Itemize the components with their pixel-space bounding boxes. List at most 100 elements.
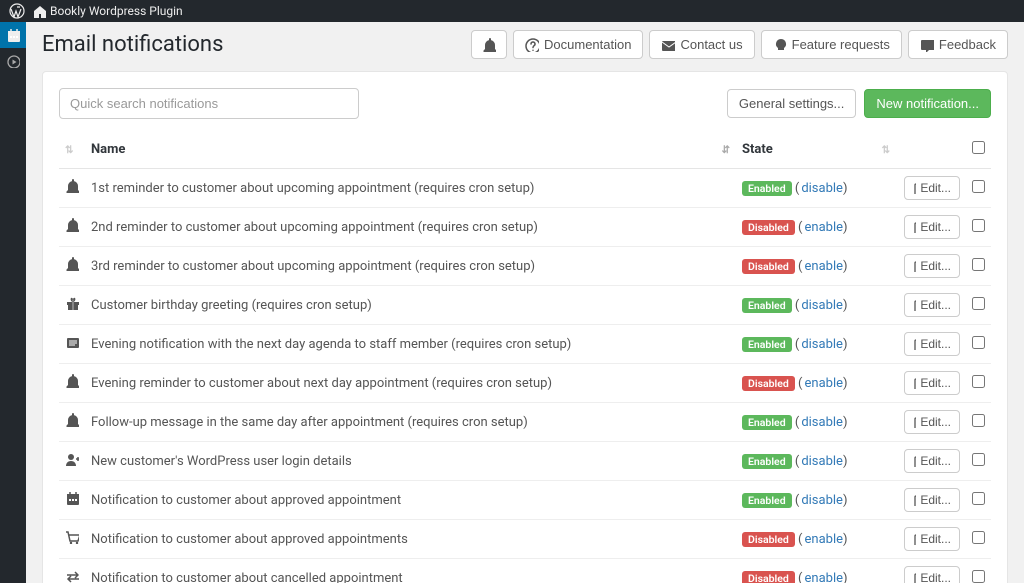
col-name[interactable]: Name: [85, 133, 716, 169]
edit-button[interactable]: Edit...: [904, 293, 960, 317]
notification-name: Notification to customer about cancelled…: [85, 559, 736, 583]
state-badge: Enabled: [742, 337, 792, 352]
notification-state: Enabled (disable): [736, 325, 896, 364]
edit-button[interactable]: Edit...: [904, 254, 960, 278]
notification-name: Follow-up message in the same day after …: [85, 403, 736, 442]
user-plus-icon: [65, 452, 79, 466]
row-checkbox[interactable]: [972, 492, 985, 505]
edit-button[interactable]: Edit...: [904, 371, 960, 395]
sort-icon: [65, 142, 73, 157]
edit-button[interactable]: Edit...: [904, 176, 960, 200]
feedback-button[interactable]: Feedback: [908, 30, 1008, 59]
toggle-state-link[interactable]: disable: [801, 181, 843, 196]
edit-button[interactable]: Edit...: [904, 449, 960, 473]
sidebar-item-collapse[interactable]: [0, 48, 26, 74]
toggle-state-link[interactable]: disable: [801, 454, 843, 469]
row-checkbox[interactable]: [972, 531, 985, 544]
toggle-state-link[interactable]: disable: [801, 337, 843, 352]
notification-state: Enabled (disable): [736, 442, 896, 481]
toggle-state-link[interactable]: disable: [801, 493, 843, 508]
site-name[interactable]: Bookly Wordpress Plugin: [50, 4, 183, 18]
state-badge: Disabled: [742, 571, 795, 583]
state-badge: Enabled: [742, 493, 792, 508]
bulb-icon: [773, 38, 787, 52]
chat-icon: [920, 38, 934, 52]
list-icon: [65, 335, 79, 349]
state-badge: Enabled: [742, 181, 792, 196]
col-state[interactable]: State: [736, 133, 896, 169]
notification-state: Disabled (enable): [736, 364, 896, 403]
notification-state: Enabled (disable): [736, 403, 896, 442]
edit-button[interactable]: Edit...: [904, 527, 960, 551]
row-checkbox[interactable]: [972, 219, 985, 232]
edit-button[interactable]: Edit...: [904, 566, 960, 583]
cart-icon: [65, 530, 79, 544]
row-checkbox[interactable]: [972, 414, 985, 427]
notifications-panel: General settings... New notification... …: [42, 71, 1008, 583]
contact-button[interactable]: Contact us: [649, 30, 754, 59]
notification-name: New customer's WordPress user login deta…: [85, 442, 736, 481]
edit-button[interactable]: Edit...: [904, 332, 960, 356]
notification-name: Evening reminder to customer about next …: [85, 364, 736, 403]
edit-button[interactable]: Edit...: [904, 410, 960, 434]
wordpress-logo-icon[interactable]: [8, 2, 26, 20]
row-checkbox[interactable]: [972, 570, 985, 583]
notifications-table: Name State 1st reminder to customer abou…: [59, 133, 991, 583]
swap-icon: [65, 569, 79, 583]
edit-button[interactable]: Edit...: [904, 488, 960, 512]
question-icon: [525, 38, 539, 52]
col-sort-name[interactable]: [716, 133, 736, 169]
toggle-state-link[interactable]: disable: [801, 298, 843, 313]
toggle-state-link[interactable]: enable: [805, 571, 844, 583]
sort-icon: [882, 142, 890, 157]
state-badge: Enabled: [742, 298, 792, 313]
toggle-state-link[interactable]: enable: [805, 220, 844, 235]
row-checkbox[interactable]: [972, 453, 985, 466]
notification-name: 3rd reminder to customer about upcoming …: [85, 247, 736, 286]
toggle-state-link[interactable]: disable: [801, 415, 843, 430]
row-checkbox[interactable]: [972, 258, 985, 271]
main-content: Email notifications Documentation Contac…: [26, 22, 1024, 583]
select-all-checkbox[interactable]: [972, 141, 985, 154]
table-row: Evening reminder to customer about next …: [59, 364, 991, 403]
col-sort-icon[interactable]: [59, 133, 85, 169]
documentation-button[interactable]: Documentation: [513, 30, 643, 59]
admin-sidebar: [0, 22, 26, 583]
search-input[interactable]: [59, 88, 359, 119]
row-checkbox[interactable]: [972, 375, 985, 388]
row-checkbox[interactable]: [972, 180, 985, 193]
envelope-icon: [661, 38, 675, 52]
new-notification-button[interactable]: New notification...: [864, 89, 991, 118]
toggle-state-link[interactable]: enable: [805, 376, 844, 391]
table-row: 3rd reminder to customer about upcoming …: [59, 247, 991, 286]
table-row: Notification to customer about cancelled…: [59, 559, 991, 583]
notification-name: Notification to customer about approved …: [85, 481, 736, 520]
bell-icon: [65, 413, 79, 427]
notification-state: Enabled (disable): [736, 286, 896, 325]
toggle-state-link[interactable]: enable: [805, 532, 844, 547]
notification-state: Disabled (enable): [736, 208, 896, 247]
row-checkbox[interactable]: [972, 297, 985, 310]
table-row: Evening notification with the next day a…: [59, 325, 991, 364]
edit-button[interactable]: Edit...: [904, 215, 960, 239]
col-check-all: [966, 133, 991, 169]
row-checkbox[interactable]: [972, 336, 985, 349]
table-row: Follow-up message in the same day after …: [59, 403, 991, 442]
toggle-state-link[interactable]: enable: [805, 259, 844, 274]
notification-name: Customer birthday greeting (requires cro…: [85, 286, 736, 325]
sidebar-item-bookly[interactable]: [0, 22, 26, 48]
notification-name: Evening notification with the next day a…: [85, 325, 736, 364]
bell-icon: [65, 179, 79, 193]
general-settings-button[interactable]: General settings...: [727, 89, 857, 118]
feature-requests-button[interactable]: Feature requests: [761, 30, 902, 59]
table-row: New customer's WordPress user login deta…: [59, 442, 991, 481]
notification-name: 1st reminder to customer about upcoming …: [85, 169, 736, 208]
notification-name: 2nd reminder to customer about upcoming …: [85, 208, 736, 247]
home-icon[interactable]: [32, 4, 46, 18]
notifications-bell-button[interactable]: [471, 30, 507, 59]
state-badge: Disabled: [742, 376, 795, 391]
notification-state: Enabled (disable): [736, 169, 896, 208]
notification-state: Disabled (enable): [736, 559, 896, 583]
table-row: Customer birthday greeting (requires cro…: [59, 286, 991, 325]
notification-state: Disabled (enable): [736, 520, 896, 559]
